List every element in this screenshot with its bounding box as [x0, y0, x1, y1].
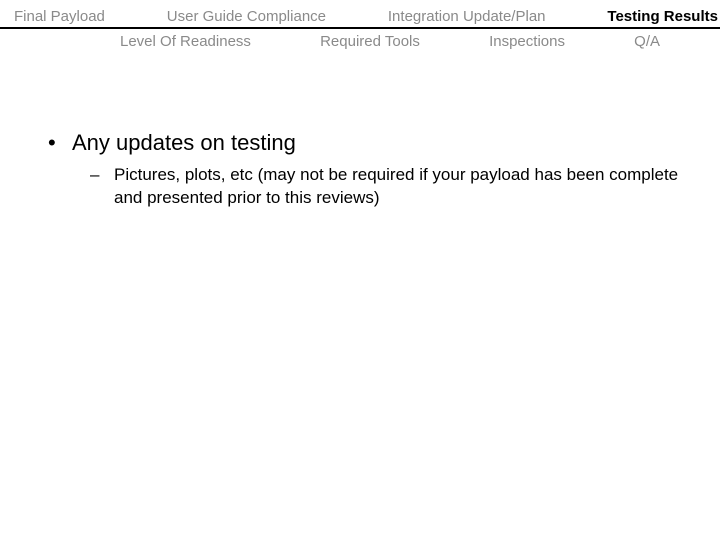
- bullet-item: Any updates on testing Pictures, plots, …: [30, 130, 690, 210]
- tabs-row-secondary: Level Of Readiness Required Tools Inspec…: [0, 29, 720, 50]
- tab-level-of-readiness[interactable]: Level Of Readiness: [120, 33, 251, 50]
- tabs-row-primary: Final Payload User Guide Compliance Inte…: [0, 0, 720, 29]
- tab-testing-results[interactable]: Testing Results: [607, 8, 718, 25]
- sub-bullet-text: Pictures, plots, etc (may not be require…: [114, 165, 678, 207]
- tab-qa[interactable]: Q/A: [634, 33, 660, 50]
- tab-final-payload[interactable]: Final Payload: [14, 8, 105, 25]
- bullet-list: Any updates on testing Pictures, plots, …: [30, 130, 690, 210]
- tab-user-guide-compliance[interactable]: User Guide Compliance: [167, 8, 326, 25]
- sub-bullet-item: Pictures, plots, etc (may not be require…: [72, 164, 690, 210]
- tab-integration-update-plan[interactable]: Integration Update/Plan: [388, 8, 546, 25]
- tab-required-tools[interactable]: Required Tools: [320, 33, 420, 50]
- slide-content: Any updates on testing Pictures, plots, …: [0, 50, 720, 210]
- tab-inspections[interactable]: Inspections: [489, 33, 565, 50]
- bullet-text: Any updates on testing: [72, 130, 296, 155]
- sub-bullet-list: Pictures, plots, etc (may not be require…: [72, 164, 690, 210]
